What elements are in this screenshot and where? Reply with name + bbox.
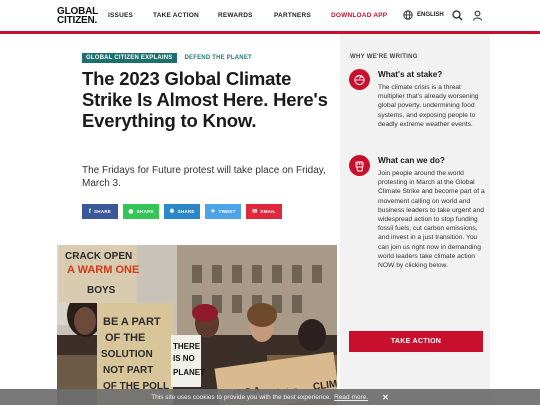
svg-text:A WARM ONE: A WARM ONE [67,264,139,276]
svg-text:BOYS: BOYS [87,285,116,296]
raised-fist-icon [349,155,370,176]
nav-rewards[interactable]: REWARDS [218,12,253,19]
sidebar-item-body: The climate crisis is a threat multiplie… [378,84,479,128]
site-header: GLOBAL CITIZEN. ISSUES TAKE ACTION REWAR… [0,0,540,34]
close-icon[interactable]: ✕ [382,393,389,402]
article-title: The 2023 Global Climate Strike Is Almost… [82,68,328,131]
article-subtitle: The Fridays for Future protest will take… [82,165,326,189]
sidebar-item-title: What's at stake? [378,70,443,79]
sidebar-why-we-are-writing: WHY WE'RE WRITING What's at stake? The c… [340,34,490,405]
tag-defend-the-planet[interactable]: DEFEND THE PLANET [185,55,252,61]
svg-text:BE A PART: BE A PART [103,316,161,328]
svg-text:IS NO: IS NO [173,354,195,363]
nav-download-app[interactable]: DOWNLOAD APP [331,12,387,19]
article-hero-photo: CRACK OPEN A WARM ONE BOYS BE A PART OF … [57,245,337,405]
cookie-read-more-link[interactable]: Read more. [334,394,368,401]
share-label: SHARE [136,209,154,214]
sidebar-item-body: Join people around the world protesting … [378,170,485,270]
share-icon: ✱ [169,209,175,215]
cookie-banner: This site uses cookies to provide you wi… [0,389,540,405]
take-action-button[interactable]: TAKE ACTION [349,331,483,352]
email-icon: ✉ [252,209,258,215]
globe-icon [403,10,413,20]
user-icon[interactable] [472,10,483,21]
sidebar-item-title: What can we do? [378,156,445,165]
svg-text:THERE: THERE [173,342,201,351]
facebook-icon: f [88,208,92,215]
tweet-label: TWEET [218,209,236,214]
share-bar: f SHARE ◉ SHARE ✱ SHARE ✦ TWEET ✉ EMAIL [82,204,287,219]
page: GLOBAL CITIZEN. ISSUES TAKE ACTION REWAR… [0,0,540,405]
twitter-icon: ✦ [210,209,216,215]
globe-fire-icon [349,69,370,90]
nav-partners[interactable]: PARTNERS [274,12,311,19]
logo[interactable]: GLOBAL CITIZEN. [57,7,98,26]
protest-photo-illustration: CRACK OPEN A WARM ONE BOYS BE A PART OF … [57,245,337,405]
whatsapp-icon: ◉ [128,209,134,215]
svg-text:SOLUTION: SOLUTION [101,349,153,360]
cookie-text: This site uses cookies to provide you wi… [151,393,332,401]
language-selector[interactable]: ENGLISH [403,10,444,20]
nav-take-action[interactable]: TAKE ACTION [153,12,199,19]
svg-text:CRACK OPEN: CRACK OPEN [65,251,132,262]
logo-line-2: CITIZEN. [57,15,98,26]
search-icon[interactable] [452,10,463,21]
generic-share-button[interactable]: ✱ SHARE [164,204,200,219]
email-share-button[interactable]: ✉ EMAIL [246,204,282,219]
language-label: ENGLISH [417,12,444,18]
share-label: SHARE [177,209,195,214]
twitter-share-button[interactable]: ✦ TWEET [205,204,241,219]
nav-issues[interactable]: ISSUES [108,12,133,19]
whatsapp-share-button[interactable]: ◉ SHARE [123,204,159,219]
sidebar-heading: WHY WE'RE WRITING [350,54,418,60]
svg-text:PLANET: PLANET [173,368,205,377]
svg-text:OF THE: OF THE [105,332,145,344]
svg-text:NOT PART: NOT PART [103,365,153,376]
tag-global-citizen-explains[interactable]: GLOBAL CITIZEN EXPLAINS [82,53,177,63]
email-label: EMAIL [260,209,276,214]
share-label: SHARE [94,209,112,214]
article-tags: GLOBAL CITIZEN EXPLAINS DEFEND THE PLANE… [82,53,252,63]
facebook-share-button[interactable]: f SHARE [82,204,118,219]
